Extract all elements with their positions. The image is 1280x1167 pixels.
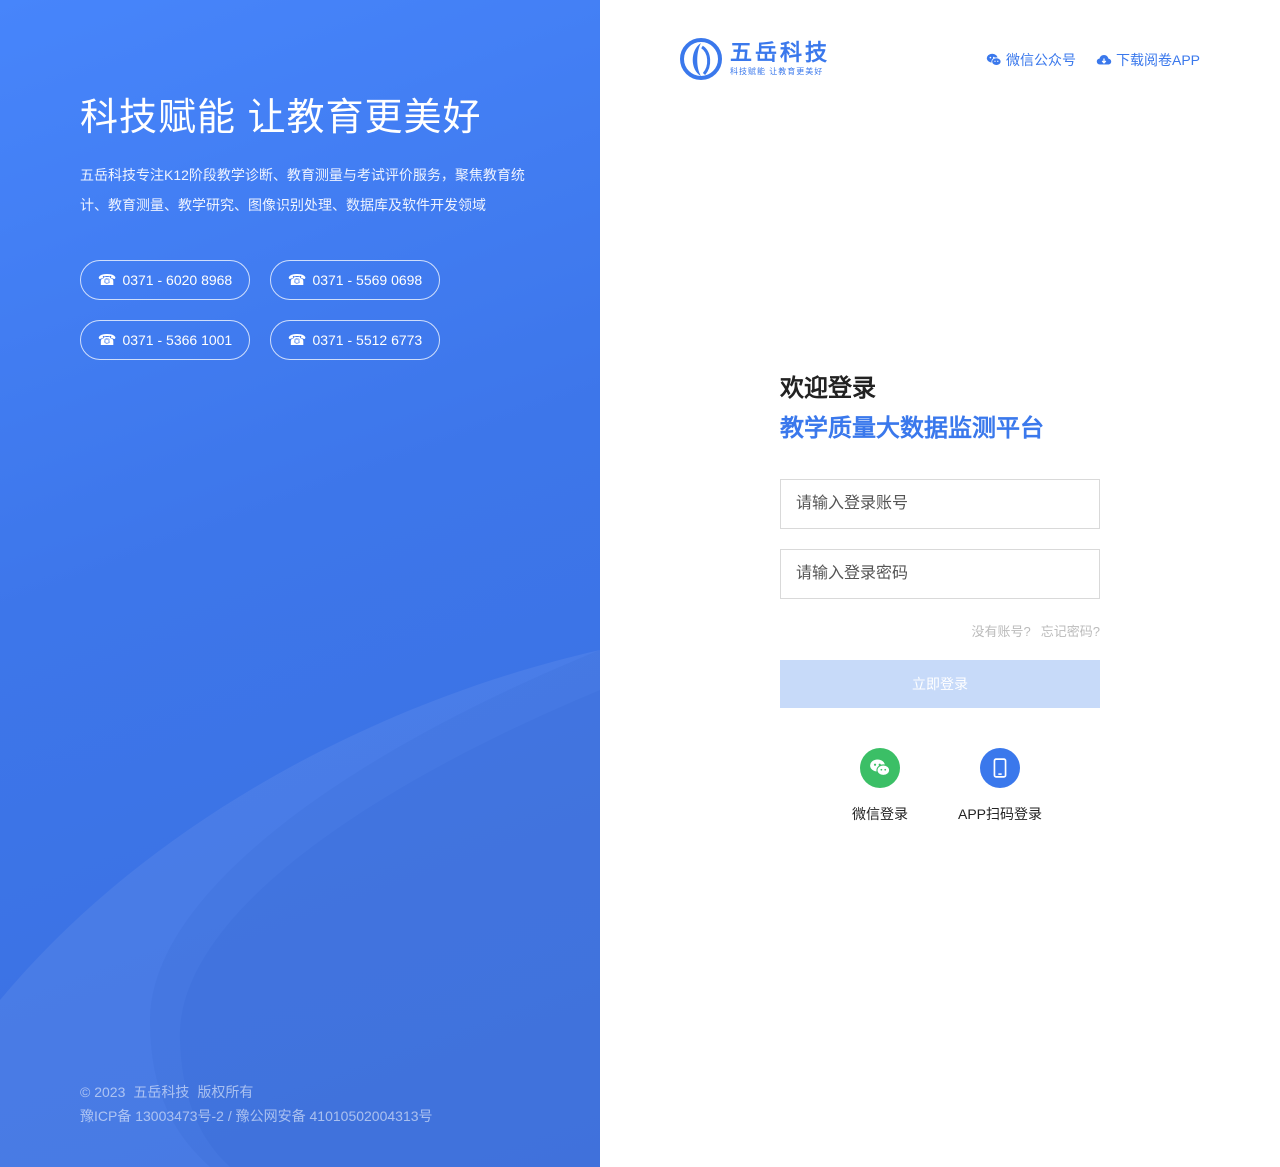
wechat-icon xyxy=(986,53,1002,66)
copyright-year: © 2023 xyxy=(80,1084,126,1100)
phone-number: 0371 - 5366 1001 xyxy=(122,332,233,348)
login-panel: 五岳科技 科技赋能 让教育更美好 微信公众号 下载阅卷APP 欢迎登录 教学质量… xyxy=(600,0,1280,1167)
password-input[interactable] xyxy=(781,550,1099,598)
top-nav: 微信公众号 下载阅卷APP xyxy=(966,50,1200,70)
forgot-password-link[interactable]: 忘记密码? xyxy=(1041,624,1100,639)
wechat-login-label: 微信登录 xyxy=(852,806,908,822)
phone-number: 0371 - 6020 8968 xyxy=(122,272,233,288)
mobile-phone-icon xyxy=(980,748,1020,788)
download-app-label: 下载阅卷APP xyxy=(1115,52,1200,68)
copyright-company: 五岳科技 xyxy=(133,1084,190,1100)
brand-name: 五岳科技 xyxy=(730,40,831,65)
app-scan-login-option[interactable]: APP扫码登录 xyxy=(958,748,1043,824)
app-scan-login-label: APP扫码登录 xyxy=(958,806,1043,822)
wechat-official-label: 微信公众号 xyxy=(1005,52,1076,68)
password-field-box xyxy=(780,549,1100,599)
account-field-box xyxy=(780,479,1100,529)
brand-logo-icon xyxy=(680,38,722,80)
hero-intro: 五岳科技专注K12阶段教学诊断、教育测量与考试评价服务，聚焦教育统计、教育测量、… xyxy=(80,167,525,213)
phone-number: 0371 - 5512 6773 xyxy=(312,332,423,348)
phone-number: 0371 - 5569 0698 xyxy=(312,272,423,288)
wechat-login-icon xyxy=(860,748,900,788)
icp-record: 豫ICP备 13003473号-2 / 豫公网安备 41010502004313… xyxy=(80,1108,433,1124)
cloud-download-icon xyxy=(1096,55,1112,65)
phone-badge: ☎ 0371 - 6020 8968 xyxy=(80,260,250,300)
hero-panel: 科技赋能 让教育更美好 五岳科技专注K12阶段教学诊断、教育测量与考试评价服务，… xyxy=(0,0,600,1167)
footer: © 2023 五岳科技 版权所有 豫ICP备 13003473号-2 / 豫公网安备… xyxy=(80,1080,433,1128)
account-help-links: 没有账号? 忘记密码? xyxy=(780,621,1100,640)
register-link[interactable]: 没有账号? xyxy=(972,624,1031,639)
copyright-rights: 版权所有 xyxy=(197,1084,254,1100)
copyright-line: © 2023 五岳科技 版权所有 xyxy=(80,1080,433,1104)
phone-icon: ☎ xyxy=(287,271,307,289)
wechat-login-option[interactable]: 微信登录 xyxy=(840,748,920,824)
brand-logo: 五岳科技 科技赋能 让教育更美好 xyxy=(680,38,830,80)
download-app-link[interactable]: 下载阅卷APP xyxy=(1096,50,1200,70)
wechat-official-link[interactable]: 微信公众号 xyxy=(986,50,1076,70)
phone-icon: ☎ xyxy=(97,271,117,289)
alternative-login: 微信登录 APP扫码登录 xyxy=(780,748,1100,824)
phone-list: ☎ 0371 - 6020 8968 ☎ 0371 - 5569 0698 ☎ … xyxy=(80,260,460,360)
login-form: 欢迎登录 教学质量大数据监测平台 没有账号? 忘记密码? 立即登录 xyxy=(780,372,1100,824)
phone-icon: ☎ xyxy=(97,331,117,349)
phone-badge: ☎ 0371 - 5569 0698 xyxy=(270,260,440,300)
brand-tagline: 科技赋能 让教育更美好 xyxy=(730,67,824,76)
login-button[interactable]: 立即登录 xyxy=(780,660,1100,708)
hero-slogan: 科技赋能 让教育更美好 xyxy=(80,97,482,139)
phone-badge: ☎ 0371 - 5512 6773 xyxy=(270,320,440,360)
platform-title: 教学质量大数据监测平台 xyxy=(780,415,1044,442)
phone-badge: ☎ 0371 - 5366 1001 xyxy=(80,320,250,360)
welcome-heading: 欢迎登录 xyxy=(780,375,876,402)
account-input[interactable] xyxy=(781,480,1099,528)
phone-icon: ☎ xyxy=(287,331,307,349)
